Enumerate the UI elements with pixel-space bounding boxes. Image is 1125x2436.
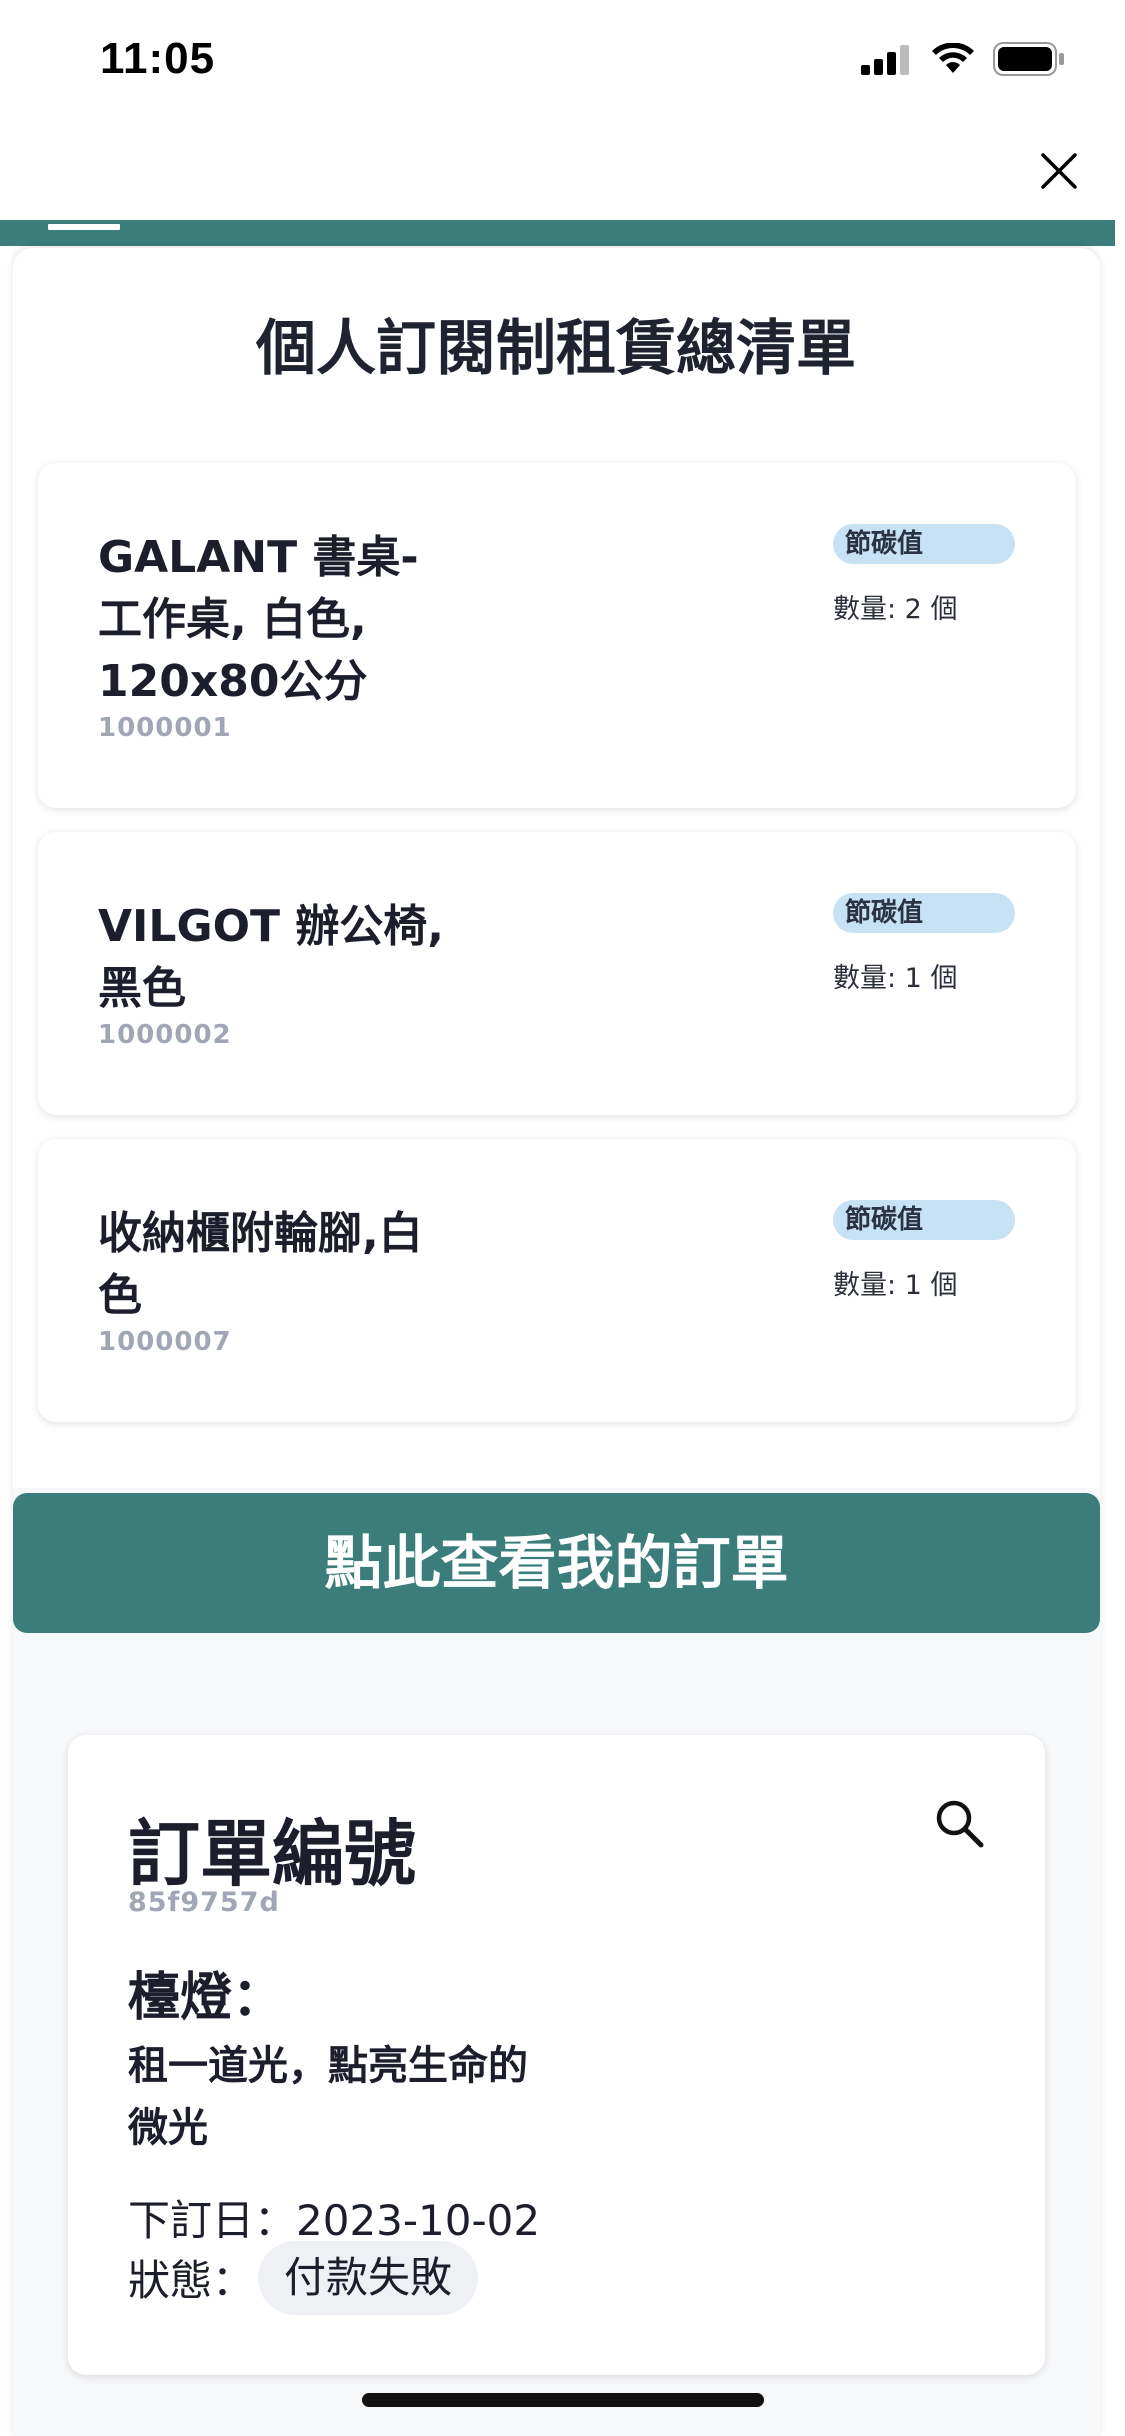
list-item: VILGOT 辦公椅, 黑色 1000002 節碳值 數量: 1 個 xyxy=(38,832,1076,1115)
wifi-icon xyxy=(932,43,974,73)
carbon-badge: 節碳值 xyxy=(833,1200,1015,1240)
item-quantity: 數量: 1 個 xyxy=(833,1270,958,1301)
order-card[interactable]: 訂單編號 85f9757d 檯燈： 租一道光，點亮生命的微光 下訂日：2023-… xyxy=(68,1735,1045,2375)
order-product-heading: 檯燈： xyxy=(128,1968,285,2028)
search-icon[interactable] xyxy=(931,1795,987,1851)
list-item: GALANT 書桌- 工作桌, 白色, 120x80公分 1000001 節碳值… xyxy=(38,463,1076,808)
status-icons xyxy=(861,42,1065,76)
view-my-orders-button[interactable]: 點此查看我的訂單 xyxy=(13,1493,1100,1633)
list-item: 收納櫃附輪腳,白 色 1000007 節碳值 數量: 1 個 xyxy=(38,1139,1076,1422)
home-indicator[interactable] xyxy=(362,2393,764,2407)
cellular-signal-icon xyxy=(861,45,909,75)
order-id: 85f9757d xyxy=(128,1887,280,1918)
item-quantity: 數量: 2 個 xyxy=(833,594,958,625)
status-badge: 付款失敗 xyxy=(258,2241,479,2315)
page-title: 個人訂閱制租賃總清單 xyxy=(256,314,856,384)
item-code: 1000002 xyxy=(98,1020,232,1050)
order-product-subtitle: 租一道光，點亮生命的微光 xyxy=(128,2043,528,2151)
order-status-label: 狀態： xyxy=(128,2256,255,2305)
item-name: GALANT 書桌- 工作桌, 白色, 120x80公分 xyxy=(98,532,419,707)
order-number-title: 訂單編號 xyxy=(128,1812,417,1896)
battery-icon xyxy=(993,42,1064,76)
hamburger-menu-icon xyxy=(48,208,120,244)
item-name: 收納櫃附輪腳,白 色 xyxy=(98,1208,423,1321)
close-icon[interactable] xyxy=(1033,145,1085,197)
item-quantity: 數量: 1 個 xyxy=(833,963,958,994)
item-code: 1000007 xyxy=(98,1327,232,1357)
item-code: 1000001 xyxy=(98,713,232,743)
carbon-badge: 節碳值 xyxy=(833,524,1015,564)
status-time: 11:05 xyxy=(100,34,216,83)
status-bar: 11:05 xyxy=(0,0,1125,130)
item-name: VILGOT 辦公椅, 黑色 xyxy=(98,901,445,1014)
carbon-badge: 節碳值 xyxy=(833,893,1015,933)
order-date: 下訂日：2023-10-02 xyxy=(128,2196,541,2245)
background-header xyxy=(0,220,1115,246)
